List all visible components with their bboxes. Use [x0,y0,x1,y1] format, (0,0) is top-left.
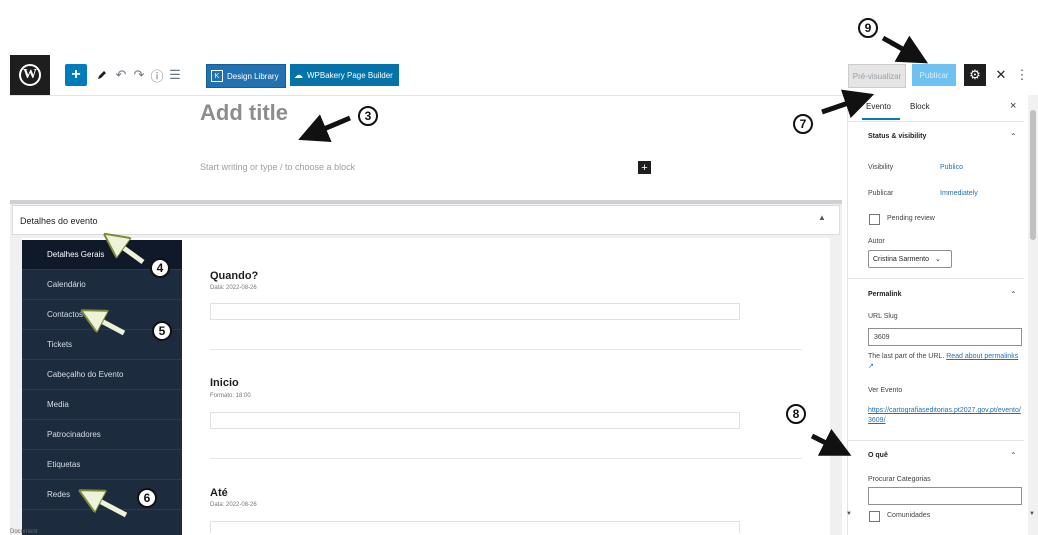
callout-6: 6 [137,488,157,508]
arrow-7 [821,89,875,119]
arrow-5 [92,316,126,336]
arrow-8 [810,428,852,456]
callout-8: 8 [786,404,806,424]
arrow-4 [114,241,145,265]
callout-7: 7 [793,114,813,134]
arrow-3 [298,114,351,143]
arrow-9 [881,35,929,64]
arrow-6 [90,496,128,518]
callout-5: 5 [152,321,172,341]
callout-4: 4 [150,258,170,278]
callout-9: 9 [858,18,878,38]
callout-3: 3 [358,106,378,126]
